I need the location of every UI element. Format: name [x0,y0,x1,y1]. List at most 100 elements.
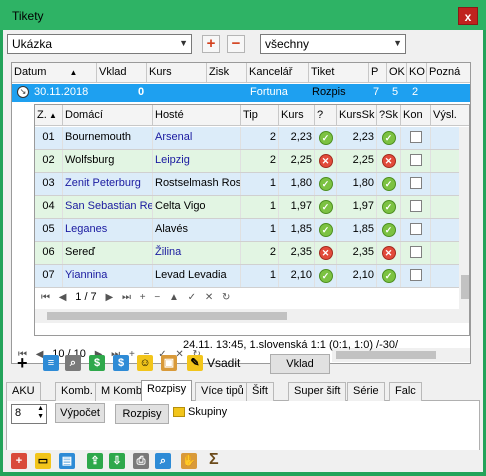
column-header-tiket[interactable]: Tiket [309,63,369,83]
kon-checkbox[interactable] [409,269,422,281]
kon-checkbox[interactable] [409,246,422,258]
export-icon[interactable]: ⇪ [87,453,103,469]
preview-icon[interactable]: ⌕ [155,453,171,469]
close-button[interactable]: x [458,7,478,25]
stats-icon[interactable]: ▤ [59,453,75,469]
last-page-icon[interactable]: ⏭ [122,292,131,303]
import-icon[interactable]: ⇩ [109,453,125,469]
table-row[interactable]: 01BournemouthArsenal22,23✓2,23✓1: [35,127,469,150]
refresh-icon[interactable]: ↻ [222,292,230,303]
scroll-thumb[interactable] [47,312,287,320]
table-row[interactable]: 04San Sebastian ReCelta Vigo11,97✓1,97✓1… [35,196,469,219]
tip: 1 [241,219,279,241]
new-ticket-icon[interactable]: + [11,453,27,469]
search-icon[interactable]: ⌕ [65,355,81,371]
table-row[interactable]: 05LeganesAlavés11,85✓1,85✓1: [35,219,469,242]
odds-sk: 2,35 [337,242,377,264]
kon-cell[interactable] [401,265,431,287]
column-header-ok[interactable]: OK [387,63,407,83]
scroll-thumb[interactable] [336,351,436,359]
print-icon[interactable]: ⎙ [133,453,149,469]
column-header-domaci[interactable]: Domácí [63,105,153,126]
column-header-hoste[interactable]: Hosté [153,105,241,126]
skupiny-label[interactable]: Skupiny [188,406,227,418]
add-row-icon[interactable]: + [129,349,135,360]
kon-cell[interactable] [401,242,431,264]
delete-row-icon[interactable]: − [154,292,160,303]
matches-vscrollbar[interactable] [459,127,469,309]
tab-falc[interactable]: Falc [389,382,422,401]
add-button[interactable]: + [202,35,220,53]
remove-button[interactable]: − [227,35,245,53]
table-row[interactable]: 02WolfsburgLeipzig22,25✕2,25✕1: [35,150,469,173]
odds-sk: 2,23 [337,127,377,149]
scroll-thumb[interactable] [461,275,469,299]
edit-row-icon[interactable]: ▲ [169,292,179,303]
column-header-qsk[interactable]: ?Sk [377,105,401,126]
vsadit-label[interactable]: Vsadit [207,356,240,370]
kon-checkbox[interactable] [409,200,422,212]
runner-icon[interactable]: ☺ [137,355,153,371]
column-header-vklad[interactable]: Vklad [97,63,147,83]
box-icon[interactable]: ▣ [161,355,177,371]
kon-cell[interactable] [401,173,431,195]
column-header-ko[interactable]: KO [407,63,427,83]
column-header-q[interactable]: ? [315,105,337,126]
column-header-p[interactable]: P [369,63,387,83]
tab-sift[interactable]: Šift [246,382,274,401]
kon-checkbox[interactable] [409,154,422,166]
kon-cell[interactable] [401,150,431,172]
column-header-kurs[interactable]: Kurs [279,105,315,126]
column-header-z[interactable]: Z. ▲ [35,105,63,126]
count-stepper[interactable]: 8 ▲ ▼ [11,404,47,424]
kon-cell[interactable] [401,196,431,218]
vypocet-button[interactable]: Výpočet [55,403,105,423]
filter-dropdown[interactable]: všechny ▼ [260,34,406,54]
prev-page-icon[interactable]: ◀ [59,292,67,303]
collapse-icon[interactable]: ↘ [17,86,29,98]
column-header-kon[interactable]: Kon [401,105,431,126]
column-header-tip[interactable]: Tip [241,105,279,126]
kon-checkbox[interactable] [409,177,422,189]
kon-checkbox[interactable] [409,223,422,235]
table-row[interactable]: 03 Zenit Peterburg Rostselmash Rost 1 1,80 ✓ 1… [35,173,469,196]
bet-icon[interactable]: ✎ [187,355,203,371]
ticket-set-dropdown[interactable]: Ukázka ▼ [7,34,192,54]
column-header-poznamka[interactable]: Pozná [427,63,470,83]
table-row[interactable]: 06SereďŽilina22,35✕2,35✕1: [35,242,469,265]
column-header-vysl[interactable]: Výsl. [431,105,469,126]
column-header-kurssk[interactable]: KursSk [337,105,377,126]
list-icon[interactable]: ≡ [43,355,59,371]
add-icon[interactable]: + [17,354,28,372]
first-page-icon[interactable]: ⏮ [41,292,50,303]
tab-komb[interactable]: Komb. [55,382,99,401]
next-page-icon[interactable]: ▶ [105,292,113,303]
tab-vice-tipu[interactable]: Více tipů [195,382,250,401]
kon-cell[interactable] [401,219,431,241]
tools-icon[interactable]: ✋ [181,453,197,469]
vklad-button[interactable]: Vklad [270,354,330,374]
ticket-row-selected[interactable]: ↘ 30.11.2018 0 Fortuna Rozpis 7 5 2 [12,84,470,102]
tab-rozpisy[interactable]: Rozpisy [141,380,193,402]
tab-serie[interactable]: Série [347,382,385,401]
column-header-kancelar[interactable]: Kancelář [247,63,309,83]
kon-checkbox[interactable] [409,131,422,143]
table-row[interactable]: 07YianninaLevad Levadia12,10✓2,10✓1: [35,265,469,288]
column-header-kurs[interactable]: Kurs [147,63,207,83]
money-icon[interactable]: $ [89,355,105,371]
add-row-icon[interactable]: + [140,292,146,303]
matches-hscrollbar[interactable] [35,309,469,323]
title-bar[interactable]: Tikety x [0,0,486,30]
stepper-arrows-icon[interactable]: ▲ ▼ [37,405,44,421]
column-header-datum[interactable]: Datum ▲ [12,63,97,83]
column-header-zisk[interactable]: Zisk [207,63,247,83]
kon-cell[interactable] [401,127,431,149]
tab-super-sift[interactable]: Super šift [288,382,347,401]
rozpisy-button[interactable]: Rozpisy [115,404,169,424]
open-folder-icon[interactable]: ▭ [35,453,51,469]
tab-aku[interactable]: AKU [6,382,41,401]
cancel-edit-icon[interactable]: ✕ [205,292,213,303]
sum-icon[interactable]: Σ [209,451,219,469]
post-edit-icon[interactable]: ✓ [188,292,196,303]
dollar-blue-icon[interactable]: $ [113,355,129,371]
